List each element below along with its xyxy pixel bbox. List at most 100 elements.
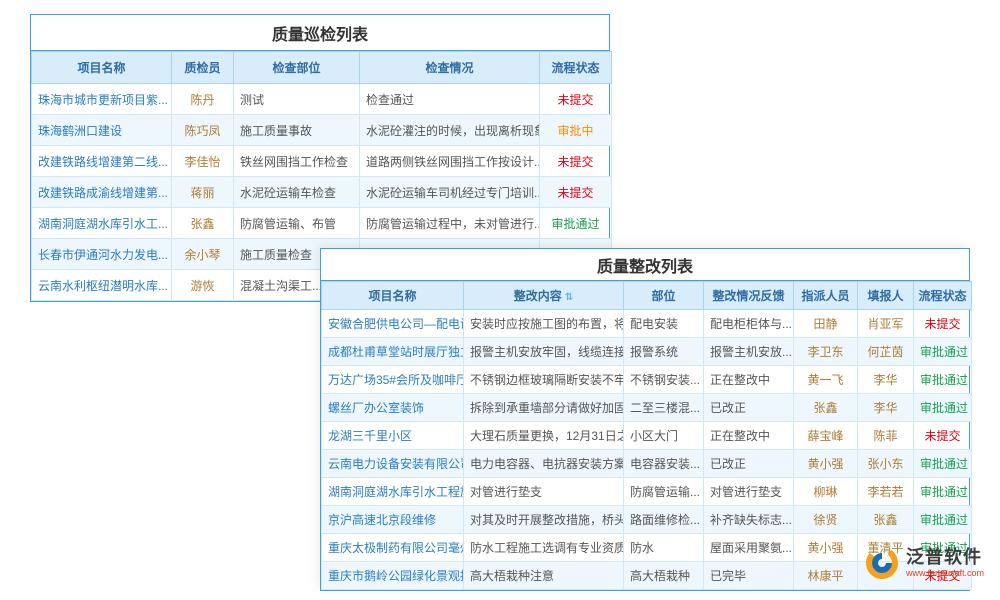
table-row[interactable]: 成都杜甫草堂站时展厅独立展...报警主机安放牢固，线缆连接...报警系统报警主机… xyxy=(322,338,972,366)
reporter-cell: 何芷茵 xyxy=(858,338,914,366)
column-header-label: 项目名称 xyxy=(77,61,125,75)
assignee-cell: 柳琳 xyxy=(794,478,858,506)
table-row[interactable]: 京沪高速北京段维修对其及时开展整改措施，桥头...路面维修检...补齐缺失标志.… xyxy=(322,506,972,534)
feedback-cell: 报警主机安放... xyxy=(704,338,794,366)
rectify-content-cell: 大理石质量更换，12月31日之... xyxy=(464,422,624,450)
table-row[interactable]: 龙湖三千里小区大理石质量更换，12月31日之...小区大门正在整改中薛宝峰陈菲未… xyxy=(322,422,972,450)
column-header-part[interactable]: 部位 xyxy=(624,282,704,310)
column-header-feedback[interactable]: 整改情况反馈 xyxy=(704,282,794,310)
project-name-cell[interactable]: 万达广场35#会所及咖啡厅空... xyxy=(322,366,464,394)
column-header-part[interactable]: 检查部位 xyxy=(234,52,360,84)
status-cell: 审批通过 xyxy=(914,394,972,422)
column-header-reporter[interactable]: 填报人 xyxy=(858,282,914,310)
table-row[interactable]: 珠海市城市更新项目紫...陈丹测试检查通过未提交 xyxy=(32,84,612,115)
project-name-cell[interactable]: 珠海市城市更新项目紫... xyxy=(32,84,172,115)
inspector-cell: 李佳怡 xyxy=(172,146,234,177)
project-name-cell[interactable]: 成都杜甫草堂站时展厅独立展... xyxy=(322,338,464,366)
project-name-cell[interactable]: 安徽合肥供电公司—配电设备... xyxy=(322,310,464,338)
assignee-cell: 薛宝峰 xyxy=(794,422,858,450)
project-name-cell[interactable]: 云南电力设备安装有限公司20... xyxy=(322,450,464,478)
column-header-content[interactable]: 整改内容⇅ xyxy=(464,282,624,310)
column-header-status[interactable]: 流程状态 xyxy=(540,52,612,84)
feedback-cell: 已改正 xyxy=(704,394,794,422)
column-header-label: 整改内容 xyxy=(514,289,562,303)
column-header-situation[interactable]: 检查情况 xyxy=(360,52,540,84)
assignee-cell: 黄一飞 xyxy=(794,366,858,394)
status-cell: 未提交 xyxy=(540,177,612,208)
sort-icon[interactable]: ⇅ xyxy=(565,292,573,303)
status-cell: 未提交 xyxy=(914,422,972,450)
rectify-content-cell: 拆除到承重墙部分请做好加固... xyxy=(464,394,624,422)
project-name-cell[interactable]: 湖南洞庭湖水库引水工程施工... xyxy=(322,478,464,506)
fanpu-logo-icon xyxy=(864,545,900,581)
feedback-cell: 已完毕 xyxy=(704,562,794,590)
check-result-cell: 道路两侧铁丝网围挡工作按设计... xyxy=(360,146,540,177)
project-name-cell[interactable]: 重庆市鹅岭公园绿化景观提升... xyxy=(322,562,464,590)
project-name-cell[interactable]: 改建铁路线增建第二线... xyxy=(32,146,172,177)
table-row[interactable]: 改建铁路线增建第二线...李佳怡铁丝网围挡工作检查道路两侧铁丝网围挡工作按设计.… xyxy=(32,146,612,177)
project-name-cell[interactable]: 珠海鹤洲口建设 xyxy=(32,115,172,146)
project-name-cell[interactable]: 重庆太极制药有限公司毫州中... xyxy=(322,534,464,562)
table-row[interactable]: 改建铁路成渝线增建第...蒋丽水泥砼运输车检查水泥砼运输车司机经过专门培训...… xyxy=(32,177,612,208)
part-cell: 电容器安装... xyxy=(624,450,704,478)
inspector-cell: 蒋丽 xyxy=(172,177,234,208)
part-cell: 二至三楼混... xyxy=(624,394,704,422)
feedback-cell: 对管进行垫支 xyxy=(704,478,794,506)
status-cell: 审批通过 xyxy=(914,338,972,366)
quality-rectification-panel: 质量整改列表 项目名称整改内容⇅部位整改情况反馈指派人员填报人流程状态 安徽合肥… xyxy=(320,248,970,591)
rectify-content-cell: 报警主机安放牢固，线缆连接... xyxy=(464,338,624,366)
fanpu-watermark: 泛普软件 www.fanpusoft.com xyxy=(864,545,984,581)
check-result-cell: 防腐管运输过程中，未对管进行... xyxy=(360,208,540,239)
table-row[interactable]: 云南电力设备安装有限公司20...电力电容器、电抗器安装方案...电容器安装..… xyxy=(322,450,972,478)
table-row[interactable]: 螺丝厂办公室装饰拆除到承重墙部分请做好加固...二至三楼混...已改正张鑫李华审… xyxy=(322,394,972,422)
feedback-cell: 配电柜柜体与... xyxy=(704,310,794,338)
assignee-cell: 林康平 xyxy=(794,562,858,590)
assignee-cell: 李卫东 xyxy=(794,338,858,366)
status-cell: 审批通过 xyxy=(540,208,612,239)
inspection-panel-title: 质量巡检列表 xyxy=(31,15,609,51)
part-cell: 报警系统 xyxy=(624,338,704,366)
column-header-name[interactable]: 项目名称 xyxy=(322,282,464,310)
assignee-cell: 徐贤 xyxy=(794,506,858,534)
check-result-cell: 检查通过 xyxy=(360,84,540,115)
project-name-cell[interactable]: 湖南洞庭湖水库引水工... xyxy=(32,208,172,239)
project-name-cell[interactable]: 龙湖三千里小区 xyxy=(322,422,464,450)
column-header-assignee[interactable]: 指派人员 xyxy=(794,282,858,310)
inspector-cell: 陈丹 xyxy=(172,84,234,115)
project-name-cell[interactable]: 改建铁路成渝线增建第... xyxy=(32,177,172,208)
status-cell: 审批中 xyxy=(540,115,612,146)
reporter-cell: 张鑫 xyxy=(858,506,914,534)
column-header-name[interactable]: 项目名称 xyxy=(32,52,172,84)
rectify-content-cell: 对管进行垫支 xyxy=(464,478,624,506)
project-name-cell[interactable]: 京沪高速北京段维修 xyxy=(322,506,464,534)
table-row[interactable]: 珠海鹤洲口建设陈巧凤施工质量事故水泥砼灌注的时候，出现离析现象审批中 xyxy=(32,115,612,146)
table-row[interactable]: 湖南洞庭湖水库引水工...张鑫防腐管运输、布管防腐管运输过程中，未对管进行...… xyxy=(32,208,612,239)
column-header-label: 质检员 xyxy=(184,61,220,75)
column-header-status[interactable]: 流程状态 xyxy=(914,282,972,310)
rectify-content-cell: 电力电容器、电抗器安装方案... xyxy=(464,450,624,478)
header-row: 项目名称 质检员检查部位检查情况流程状态 xyxy=(32,52,612,84)
feedback-cell: 屋面采用聚氨... xyxy=(704,534,794,562)
status-cell: 未提交 xyxy=(540,84,612,115)
column-header-label: 指派人员 xyxy=(801,289,849,303)
project-name-cell[interactable]: 云南水利枢纽潜明水库... xyxy=(32,270,172,301)
status-cell: 未提交 xyxy=(540,146,612,177)
part-cell: 小区大门 xyxy=(624,422,704,450)
part-cell: 高大梧栽种 xyxy=(624,562,704,590)
table-row[interactable]: 安徽合肥供电公司—配电设备...安装时应按施工图的布置，将...配电安装配电柜柜… xyxy=(322,310,972,338)
reporter-cell: 李华 xyxy=(858,394,914,422)
check-part-cell: 施工质量事故 xyxy=(234,115,360,146)
table-row[interactable]: 湖南洞庭湖水库引水工程施工...对管进行垫支防腐管运输...对管进行垫支柳琳李若… xyxy=(322,478,972,506)
brand-name: 泛普软件 xyxy=(906,547,984,568)
brand-url: www.fanpusoft.com xyxy=(906,568,984,578)
table-row[interactable]: 万达广场35#会所及咖啡厅空...不锈钢边框玻璃隔断安装不牢...不锈钢安装..… xyxy=(322,366,972,394)
feedback-cell: 补齐缺失标志... xyxy=(704,506,794,534)
project-name-cell[interactable]: 螺丝厂办公室装饰 xyxy=(322,394,464,422)
status-cell: 审批通过 xyxy=(914,506,972,534)
status-cell: 未提交 xyxy=(914,310,972,338)
rectify-content-cell: 防水工程施工选调有专业资质... xyxy=(464,534,624,562)
column-header-inspector[interactable]: 质检员 xyxy=(172,52,234,84)
column-header-label: 流程状态 xyxy=(551,61,599,75)
project-name-cell[interactable]: 长春市伊通河水力发电... xyxy=(32,239,172,270)
column-header-label: 整改情况反馈 xyxy=(712,289,784,303)
